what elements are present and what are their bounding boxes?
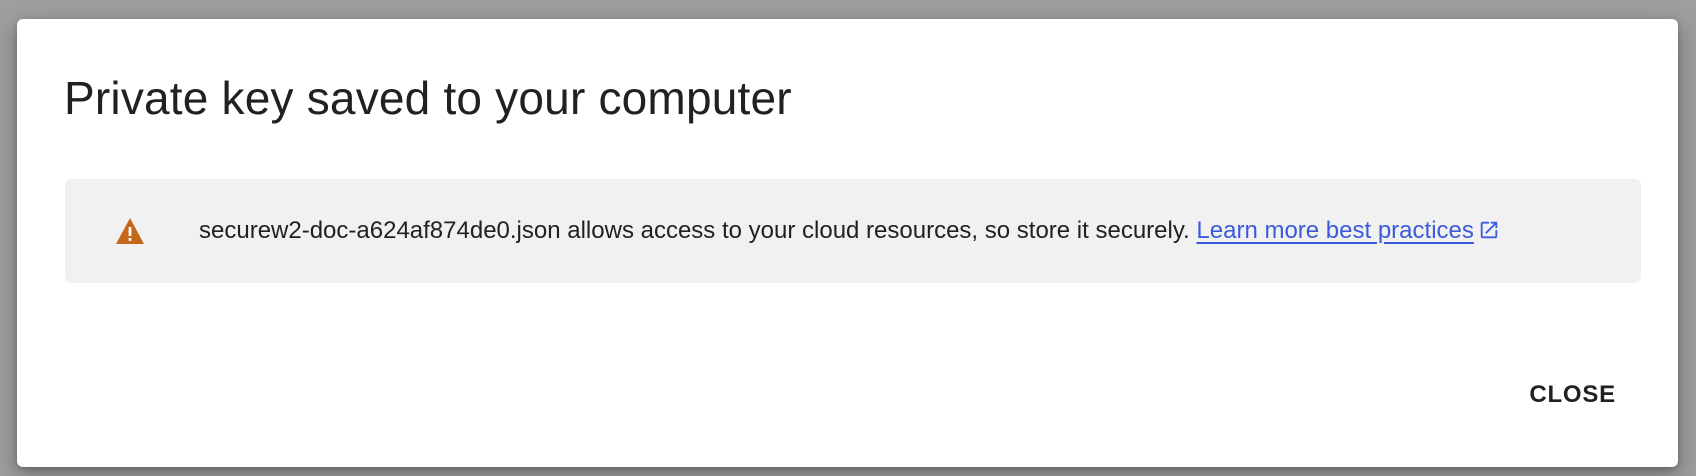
learn-more-link[interactable]: Learn more best practices [1196,217,1473,244]
security-notice: securew2-doc-a624af874de0.json allows ac… [65,179,1641,283]
backdrop [1688,70,1696,100]
private-key-dialog: Private key saved to your computer secur… [17,19,1678,467]
dialog-title: Private key saved to your computer [64,72,792,124]
external-link-icon[interactable] [1478,219,1500,241]
warning-icon [116,218,144,244]
notice-text: securew2-doc-a624af874de0.json allows ac… [199,216,1500,246]
learn-more-link-label: Learn more best practices [1196,217,1474,244]
notice-message: securew2-doc-a624af874de0.json allows ac… [199,217,1190,244]
close-button[interactable]: CLOSE [1529,381,1616,409]
